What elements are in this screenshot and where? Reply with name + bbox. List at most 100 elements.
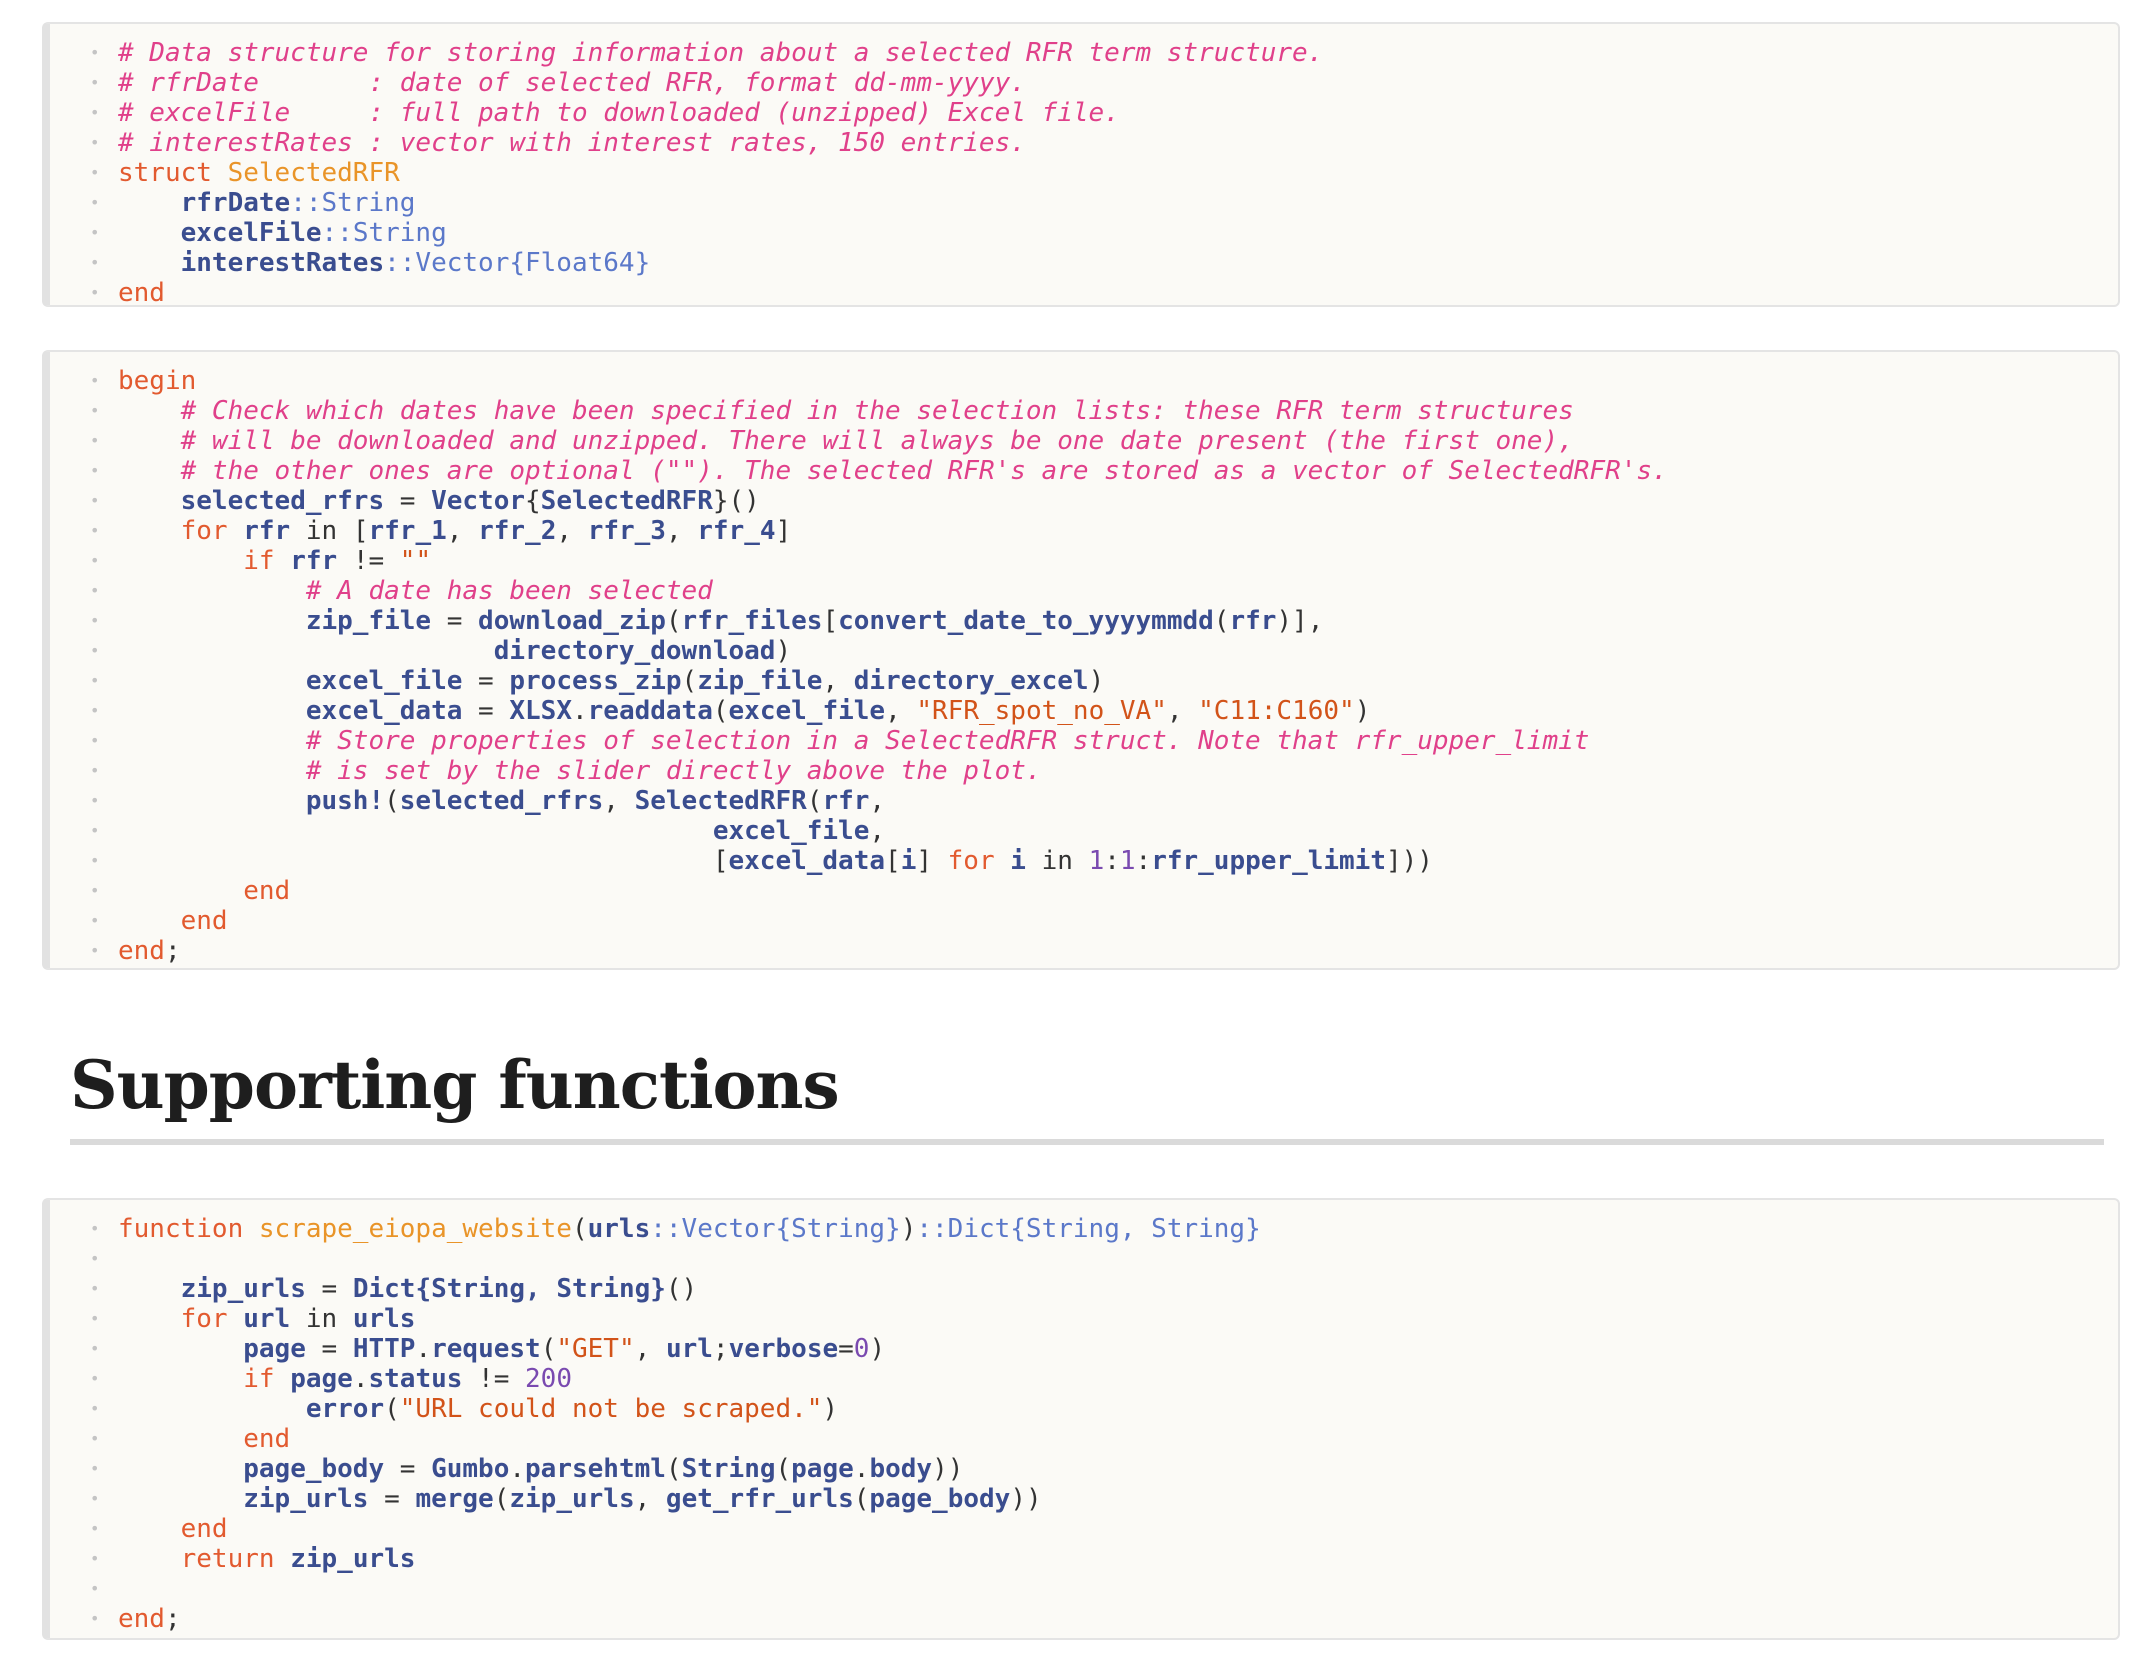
punct: : — [1104, 846, 1120, 876]
punct: ; — [164, 1604, 181, 1634]
punct: , — [556, 516, 588, 546]
line-marker: • — [90, 163, 100, 182]
punct: . — [509, 1454, 526, 1484]
code-line: • for rfr in [rfr_1, rfr_2, rfr_3, rfr_4… — [50, 516, 2118, 546]
variable: selected_rfrs — [399, 786, 604, 816]
punct: ] — [916, 846, 932, 876]
comment: # the other ones are optional (""). The … — [180, 456, 1668, 486]
punct: ( — [853, 1484, 870, 1514]
code-line: • # interestRates : vector with interest … — [50, 128, 2118, 158]
code-line: • begin — [50, 366, 2118, 396]
punct: }() — [712, 486, 760, 516]
type-name: {String, String} — [415, 1274, 666, 1304]
code-line: • end — [50, 876, 2118, 906]
struct-name: SelectedRFR — [227, 158, 400, 188]
line-marker: • — [90, 941, 100, 960]
punct: , — [634, 1334, 666, 1364]
line-marker: • — [90, 851, 100, 870]
module-name: Gumbo — [431, 1454, 510, 1484]
line-marker: • — [90, 671, 100, 690]
code-line: • zip_file = download_zip(rfr_files[conv… — [50, 606, 2118, 636]
line-marker: • — [90, 581, 100, 600]
comment: # will be downloaded and unzipped. There… — [180, 426, 1574, 456]
punct: . — [415, 1334, 432, 1364]
punct: . — [571, 696, 588, 726]
punct: , — [885, 696, 917, 726]
code-line: • excel_file = process_zip(zip_file, dir… — [50, 666, 2118, 696]
punct: , — [869, 816, 886, 846]
punct: ) — [1354, 696, 1371, 726]
comment: # is set by the slider directly above th… — [305, 756, 1042, 786]
line-marker: • — [90, 401, 100, 420]
line-marker: • — [90, 133, 100, 152]
operator: = — [384, 486, 432, 516]
line-marker: • — [90, 1339, 100, 1358]
code-line: • # A date has been selected — [50, 576, 2118, 606]
code-line: • # Store properties of selection in a S… — [50, 726, 2118, 756]
punct: [ — [822, 606, 839, 636]
line-marker: • — [90, 223, 100, 242]
keyword-for: for — [180, 516, 228, 546]
code-line: • error("URL could not be scraped.") — [50, 1394, 2118, 1424]
line-marker: • — [90, 1459, 100, 1478]
punct: ) — [775, 636, 792, 666]
function-name: scrape_eiopa_website — [258, 1214, 572, 1244]
punct: () — [665, 1274, 698, 1304]
function-call: request — [431, 1334, 541, 1364]
code-line: • end; — [50, 1604, 2118, 1634]
field-type: ::Vector{Float64} — [384, 248, 651, 278]
module-name: HTTP — [352, 1334, 416, 1364]
line-marker: • — [90, 1579, 100, 1598]
variable: rfr — [243, 516, 291, 546]
variable: page — [243, 1334, 306, 1364]
variable: rfr — [822, 786, 870, 816]
punct: ( — [775, 1454, 792, 1484]
punct: ] — [775, 516, 792, 546]
code-cell-selected-rfr-struct[interactable]: • # Data structure for storing informatio… — [42, 22, 2120, 308]
type-name: SelectedRFR — [540, 486, 713, 516]
function-call: error — [305, 1394, 385, 1424]
code-cell-begin-block[interactable]: • begin • # Check which dates have been s… — [42, 350, 2120, 970]
function-call: get_rfr_urls — [665, 1484, 854, 1514]
variable: page — [791, 1454, 854, 1484]
type-annotation: ::Dict{String, String} — [916, 1214, 1261, 1244]
code-line: • excel_data = XLSX.readdata(excel_file,… — [50, 696, 2118, 726]
field-type: ::String — [321, 218, 447, 248]
keyword-if: if — [243, 1364, 275, 1394]
function-call: parsehtml — [525, 1454, 666, 1484]
code-line: • # rfrDate : date of selected RFR, forma… — [50, 68, 2118, 98]
variable: rfr_3 — [587, 516, 666, 546]
keyword-begin: begin — [118, 366, 197, 396]
line-marker: • — [90, 521, 100, 540]
line-marker: • — [90, 103, 100, 122]
page-title: Supporting functions — [70, 1046, 840, 1124]
variable: urls — [587, 1214, 651, 1244]
code-line: • page_body = Gumbo.parsehtml(String(pag… — [50, 1454, 2118, 1484]
line-marker: • — [90, 551, 100, 570]
code-line: • [excel_data[i] for i in 1:1:rfr_upper_… — [50, 846, 2118, 876]
line-marker: • — [90, 1309, 100, 1328]
variable: rfr_4 — [697, 516, 776, 546]
punct: . — [352, 1364, 369, 1394]
punct: ) — [822, 1394, 839, 1424]
punct: , — [869, 786, 886, 816]
line-marker: • — [90, 911, 100, 930]
operator: = — [305, 1334, 353, 1364]
function-call: process_zip — [509, 666, 682, 696]
operator: != — [337, 546, 400, 576]
keyword-return: return — [180, 1544, 275, 1574]
string-literal: "RFR_spot_no_VA" — [916, 696, 1167, 726]
punct: , — [665, 516, 698, 546]
function-call: String — [681, 1454, 776, 1484]
line-marker: • — [90, 1249, 100, 1268]
code-cell-scrape-function[interactable]: • function scrape_eiopa_website(urls::Vec… — [42, 1198, 2120, 1640]
operator: = — [431, 606, 479, 636]
number-literal: 200 — [525, 1364, 572, 1394]
code-line: • end — [50, 278, 2118, 308]
function-call: merge — [415, 1484, 494, 1514]
comment: # Store properties of selection in a Sel… — [305, 726, 1590, 756]
line-marker: • — [90, 1429, 100, 1448]
punct: ])) — [1386, 846, 1433, 876]
line-marker: • — [90, 611, 100, 630]
code-line: • selected_rfrs = Vector{SelectedRFR}() — [50, 486, 2118, 516]
